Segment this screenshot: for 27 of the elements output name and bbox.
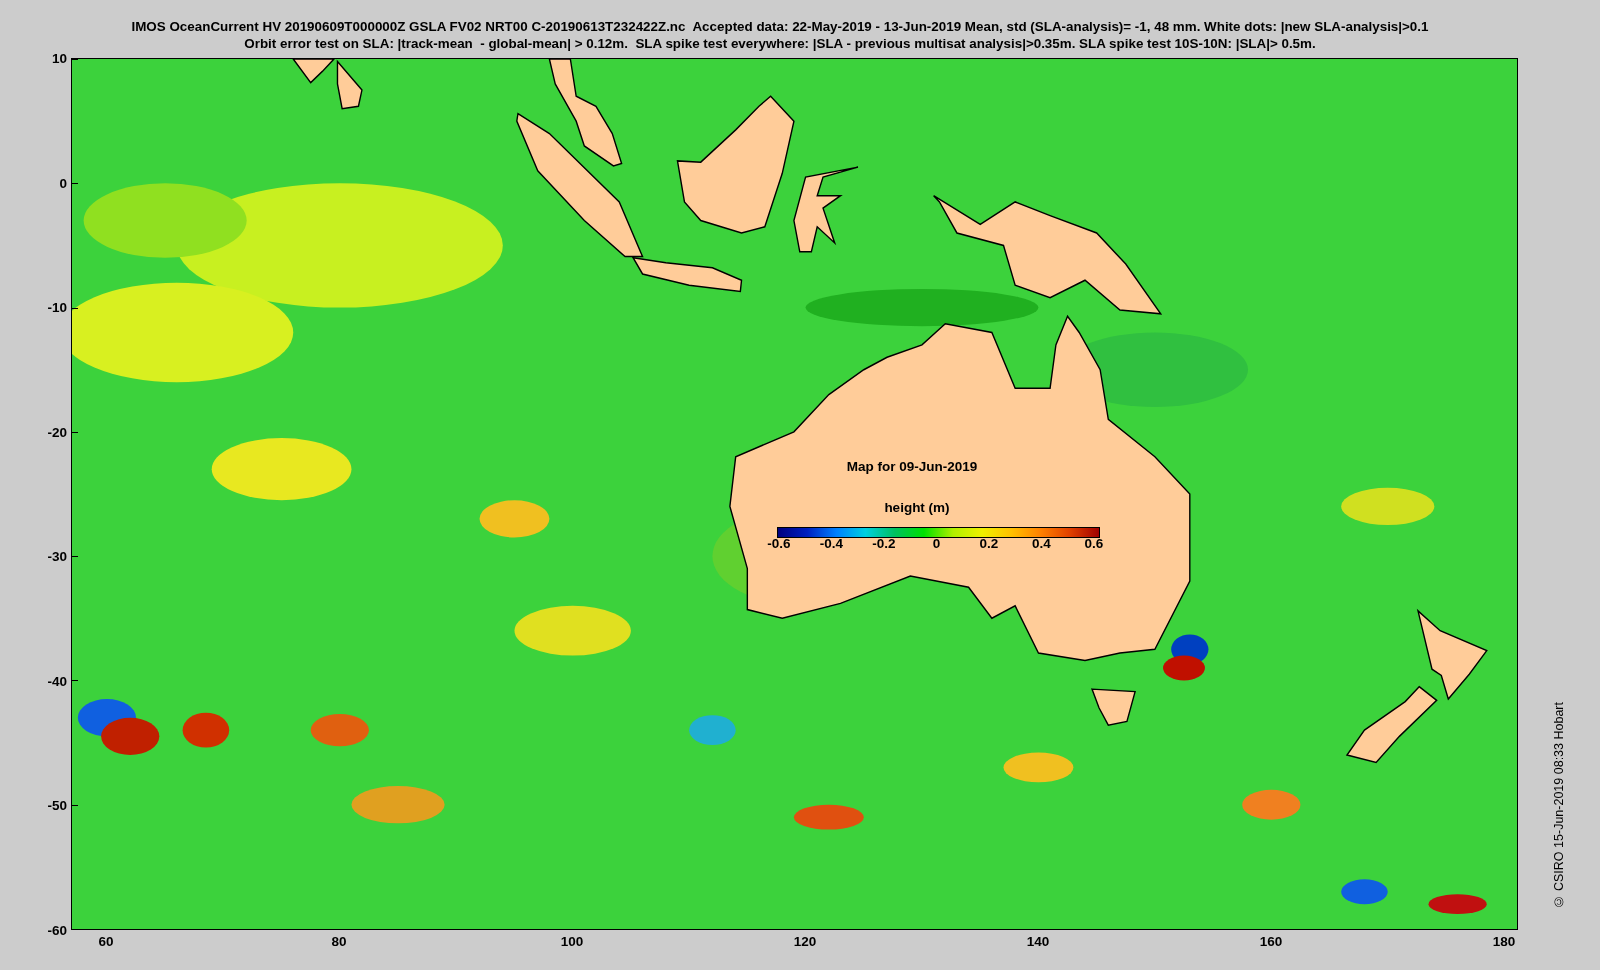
copyright-text: © CSIRO 15-Jun-2019 08:33 Hobart: [1552, 701, 1566, 908]
colorbar-tick-label: 0.6: [1084, 536, 1104, 551]
map-caption: Map for 09-Jun-2019: [846, 459, 978, 474]
figure-title: Orbit error test on SLA: |track-mean - global-mean| > 0.12m. SLA spike test everywhere: |SLA - previous multisat analysis|>0.35m. SLA spike test 10S-10N: |SLA|> 0.5m.: [244, 35, 1316, 52]
latitude-tick-label: 10: [51, 50, 67, 66]
latitude-tick-label: -60: [47, 922, 67, 938]
colorbar-tick-label: 0.2: [979, 536, 999, 551]
longitude-tick-label: 60: [98, 934, 114, 949]
colorbar-tick-label: 0: [932, 536, 941, 551]
colorbar-tick-label: -0.2: [872, 536, 896, 551]
colorbar-tick-label: -0.6: [767, 536, 791, 551]
longitude-tick-label: 80: [331, 934, 347, 949]
latitude-tick-label: -50: [47, 797, 67, 813]
colorbar-tick-label: -0.4: [819, 536, 844, 551]
colorbar-tick-label: 0.4: [1032, 536, 1051, 551]
latitude-tick-label: -30: [47, 548, 67, 564]
figure-title: IMOS OceanCurrent HV 20190609T000000Z GSLA FV02 NRT00 C-20190613T232422Z.nc Accepted data: 22-May-2019 - 13-Jun-2019 Mean, std (SLA-analysis)= -1, 48 mm. White dots: |new SLA-analysis|>0.1: [131, 18, 1429, 35]
latitude-tick-label: 0: [59, 175, 67, 191]
longitude-tick-label: 100: [560, 934, 584, 949]
longitude-tick-label: 180: [1492, 934, 1516, 949]
latitude-tick-label: -20: [47, 424, 67, 440]
longitude-tick-label: 120: [793, 934, 817, 949]
longitude-tick-label: 160: [1259, 934, 1283, 949]
latitude-tick-label: -10: [47, 299, 67, 315]
latitude-tick-label: -40: [47, 673, 67, 689]
colorbar-label: height (m): [884, 500, 950, 515]
longitude-tick-label: 140: [1026, 934, 1050, 949]
